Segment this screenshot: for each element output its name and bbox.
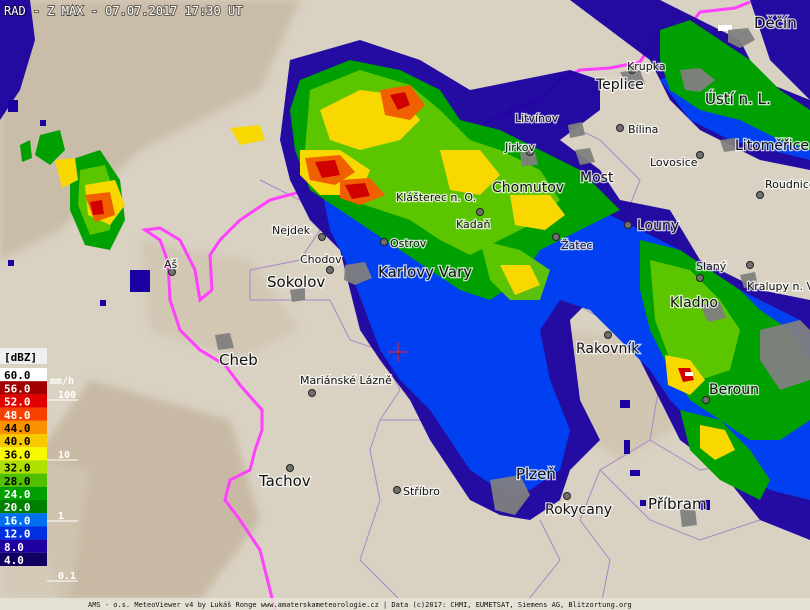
legend-label: 12.0 [4,528,31,541]
place-label: Beroun [709,382,759,398]
footer-credit: AMS - o.s. MeteoViewer v4 by Lukáš Ronge… [0,598,810,610]
place-label: Litvínov [515,112,559,125]
place-label: Sokolov [267,273,325,291]
rain-scale-label: 1 [58,511,64,522]
rain-scale-label: 100 [58,390,76,401]
place-label: Louny [637,218,679,234]
place-label: Ústí n. L. [705,89,771,108]
place-label: Stříbro [403,485,440,498]
place-label: Krupka [627,60,666,73]
legend-label: 60.0 [4,369,31,382]
legend-label: 28.0 [4,475,31,488]
legend-label: 44.0 [4,422,31,435]
legend-unit-rain: mm/h [50,376,74,387]
rain-scale-label: 0.1 [58,571,76,582]
place-label: Slaný [696,260,727,273]
legend-label: 36.0 [4,448,31,461]
header-bar: RAD - Z MAX - 07.07.2017 17:30 UT [3,3,243,19]
legend-label: 56.0 [4,382,31,395]
legend-label: 16.0 [4,514,31,527]
place-label: Kralupy n. V. [747,280,810,293]
place-label: Tachov [258,472,311,490]
legend-label: 32.0 [4,462,31,475]
legend-label: 8.0 [4,541,24,554]
credit-text: AMS - o.s. MeteoViewer v4 by Lukáš Ronge… [88,601,632,609]
rain-scale-label: 10 [58,450,70,461]
place-label: Děčín [754,14,797,32]
place-label: Ostrov [390,237,427,250]
legend-unit-dbz: [dBZ] [4,351,37,364]
place-label: Most [580,170,614,186]
legend-label: 40.0 [4,435,31,448]
place-label: Karlovy Vary [378,263,472,281]
place-label: Lovosice [650,156,698,169]
place-label: Teplice [595,77,644,93]
place-label: Plzeň [516,465,556,483]
place-label: Roudnice [765,178,810,191]
place-label: Rakovník [576,341,640,357]
place-label: Příbram [648,495,707,513]
place-label: Chodov [300,253,342,266]
legend-label: 4.0 [4,554,24,567]
place-label: Žatec [561,239,592,252]
legend-label: 52.0 [4,396,31,409]
place-label: Kadaň [456,218,490,231]
place-label: Litoměřice [735,138,809,154]
place-label: Chomutov [492,180,564,196]
place-label: Cheb [219,351,258,369]
radar-map: Děčín Krupka Teplice Ústí n. L. Litvínov Bíli… [0,0,810,610]
place-label: Bílina [628,123,658,136]
header-title: RAD - Z MAX - 07.07.2017 17:30 UT [4,4,242,18]
legend-label: 24.0 [4,488,31,501]
place-label: Mariánské Lázně [300,374,392,387]
place-label: Nejdek [272,224,311,237]
place-label: Jirkov [504,141,536,154]
place-label: Klášterec n. O. [396,191,476,204]
legend-label: 20.0 [4,501,31,514]
place-label: Rokycany [545,502,612,518]
place-label: Kladno [670,295,718,311]
legend-label: 48.0 [4,409,31,422]
place-label: Aš [164,258,178,271]
